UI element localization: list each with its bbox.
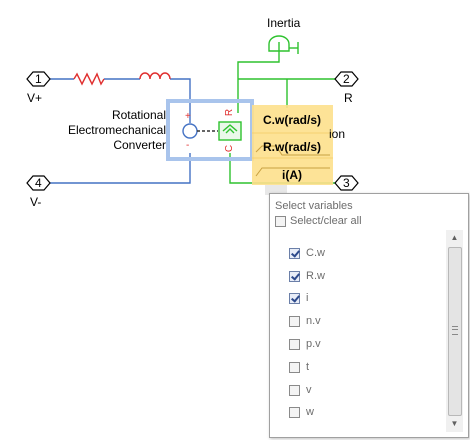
scrollbar-thumb[interactable] (448, 247, 462, 416)
variable-label: v (306, 384, 312, 397)
scroll-up-arrow-icon[interactable]: ▲ (446, 231, 463, 245)
scrollbar-grip-icon (452, 326, 458, 335)
select-all-checkbox[interactable] (275, 215, 286, 227)
variable-label: p.v (306, 338, 321, 351)
variable-label: C.w (306, 247, 325, 260)
port-2-label: R (344, 91, 353, 105)
variable-item-t[interactable]: t (289, 361, 309, 375)
converter-label-line: Converter (113, 138, 166, 152)
resistor-symbol[interactable] (73, 72, 105, 86)
select-variables-popup: Select variables Select/clear all C.w R.… (269, 193, 469, 438)
probe-label-i: i(A) (282, 168, 302, 182)
converter-c-mark: C (224, 144, 236, 153)
probe-label-cw: C.w(rad/s) (262, 113, 321, 127)
select-all-label: Select/clear all (290, 215, 362, 228)
select-all-option[interactable]: Select/clear all (275, 215, 362, 227)
probe-label-rw: R.w(rad/s) (262, 140, 321, 154)
port-2-number: 2 (343, 72, 350, 86)
variable-label: t (306, 361, 310, 374)
port-1-number: 1 (35, 72, 42, 86)
variable-checkbox[interactable] (289, 338, 300, 350)
variable-checkbox[interactable] (289, 292, 300, 304)
variable-item-nv[interactable]: n.v (289, 315, 321, 329)
current-source-icon (182, 123, 198, 139)
converter-minus-mark: - (186, 140, 190, 151)
port-3-number: 3 (343, 176, 350, 190)
inductor-symbol[interactable] (139, 72, 171, 80)
converter-r-mark: R (224, 108, 236, 117)
variable-checkbox[interactable] (289, 406, 300, 418)
variable-item-rw[interactable]: R.w (289, 270, 325, 284)
variable-checkbox[interactable] (289, 361, 300, 373)
converter-label-line: Electromechanical (67, 123, 166, 137)
variable-label: n.v (306, 315, 321, 328)
port-4-number: 4 (35, 176, 42, 190)
variable-item-i[interactable]: i (289, 292, 308, 306)
variable-item-v[interactable]: v (289, 384, 312, 398)
converter-label-line: Rotational (111, 108, 166, 122)
scroll-down-arrow-icon[interactable]: ▼ (446, 417, 463, 431)
variable-label: R.w (306, 270, 325, 283)
inertia-label: Inertia (267, 16, 301, 30)
wire-inertia-bus (237, 51, 280, 113)
converter-label: Rotational Electromechanical Converter (40, 108, 166, 153)
inertia-block[interactable] (268, 35, 299, 54)
partial-block-label: ion (329, 127, 346, 141)
variable-checkbox[interactable] (289, 315, 300, 327)
port-4-label: V- (30, 195, 42, 209)
converter-plus-mark: + (185, 111, 191, 122)
variable-item-pv[interactable]: p.v (289, 338, 321, 352)
variable-checkbox[interactable] (289, 247, 300, 259)
variable-item-cw[interactable]: C.w (289, 247, 325, 261)
variable-checkbox[interactable] (289, 384, 300, 396)
variable-item-w[interactable]: w (289, 406, 314, 420)
variables-scrollbar[interactable]: ▲ ▼ (446, 230, 463, 432)
variable-checkbox[interactable] (289, 270, 300, 282)
variable-label: i (306, 292, 309, 305)
variable-label: w (306, 406, 314, 419)
select-variables-title: Select variables (275, 200, 353, 212)
port-1-label: V+ (27, 91, 43, 105)
